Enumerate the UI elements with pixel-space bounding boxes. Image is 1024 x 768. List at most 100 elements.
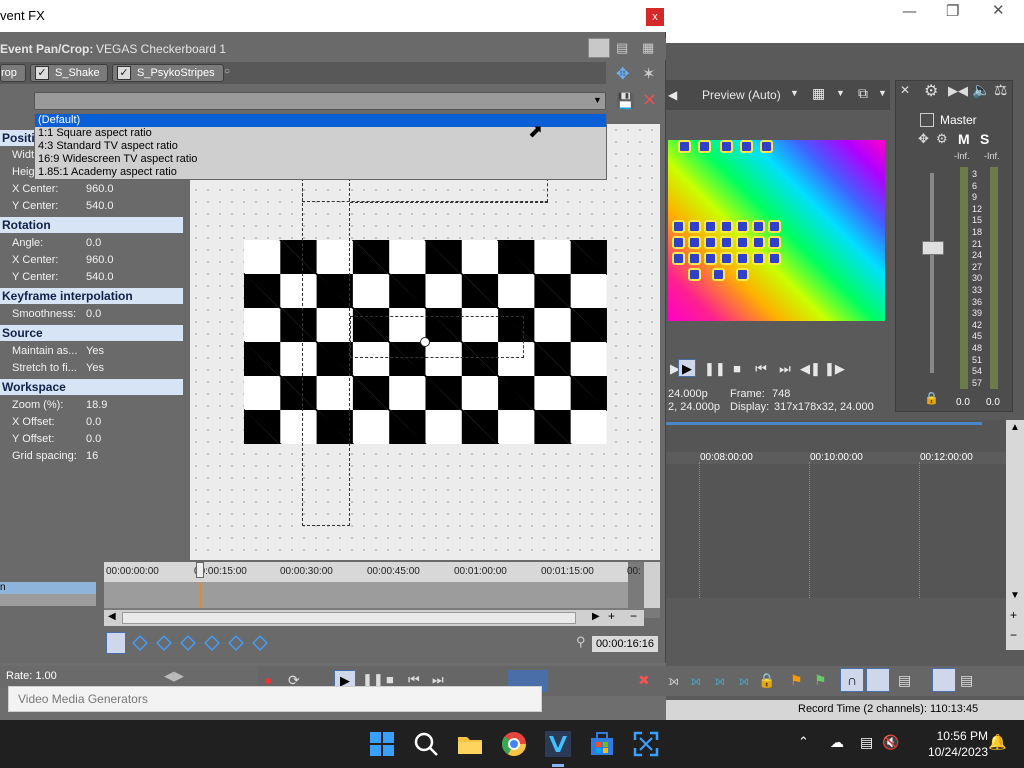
network-icon[interactable]: ▤ <box>860 734 873 751</box>
prev-frame-icon[interactable]: ◀❚ <box>800 360 821 378</box>
zoom-out-icon[interactable]: − <box>630 609 637 623</box>
chrome-icon[interactable] <box>500 730 528 758</box>
solo-button[interactable]: S <box>980 131 989 147</box>
track-label[interactable] <box>0 594 96 606</box>
prop-value[interactable]: 540.0 <box>86 269 114 286</box>
stop-icon[interactable]: ■ <box>386 672 394 687</box>
store-icon[interactable] <box>588 730 616 758</box>
mute-icon[interactable]: 🔇 <box>882 734 899 751</box>
view-details-icon[interactable]: ▤ <box>616 40 628 56</box>
section-workspace[interactable]: Workspace <box>0 379 183 395</box>
auto-crossfade-icon[interactable] <box>866 668 890 692</box>
remove-plugin-icon[interactable]: ✶ <box>642 64 655 84</box>
downmix-icon[interactable]: ▶◀ <box>948 83 968 99</box>
section-keyframe[interactable]: Keyframe interpolation <box>0 288 183 304</box>
keyframe-hscroll[interactable]: ◀ ▶ + − <box>104 609 644 626</box>
timeline-ruler[interactable]: 00:08:00:00 00:10:00:00 00:12:00:00 <box>666 452 1006 464</box>
delete-keyframe-icon[interactable] <box>228 635 244 651</box>
zoom-in-icon[interactable]: + <box>608 609 615 623</box>
region-icon[interactable]: ⚑ <box>814 672 827 689</box>
track-label[interactable]: n <box>0 582 96 594</box>
section-rotation[interactable]: Rotation <box>0 217 183 233</box>
cursor-time-readout[interactable]: 00:00:16:16 <box>592 636 658 652</box>
grid-icon[interactable]: ▦ <box>812 85 825 102</box>
chevron-down-icon[interactable]: ▼ <box>878 88 887 98</box>
play-icon[interactable]: ▶ <box>678 359 696 377</box>
move-icon[interactable]: ✥ <box>918 131 929 147</box>
preset-dropdown-list[interactable]: (Default) 1:1 Square aspect ratio 4:3 St… <box>34 113 607 180</box>
main-timeline[interactable]: 00:08:00:00 00:10:00:00 00:12:00:00 <box>666 420 1006 598</box>
preset-dropdown[interactable]: ▼ <box>34 92 606 110</box>
prop-value[interactable]: 540.0 <box>86 198 114 215</box>
search-icon[interactable] <box>412 730 440 758</box>
marker-icon[interactable]: ⚑ <box>790 672 803 689</box>
dialog-titlebar[interactable]: vent FX <box>0 0 666 32</box>
snapping-icon[interactable]: ∩ <box>840 668 864 692</box>
go-to-end-icon[interactable]: ⏭ <box>776 360 794 378</box>
volume-fader[interactable] <box>922 241 944 255</box>
trim-icon[interactable]: ⟕ <box>668 672 679 689</box>
prop-x-center[interactable]: X Center: 960.0 <box>0 181 183 198</box>
prop-value[interactable]: 960.0 <box>86 252 114 269</box>
checkbox-icon[interactable]: ✓ <box>117 66 131 80</box>
center-handle[interactable] <box>420 337 430 347</box>
notification-bell-icon[interactable]: 🔔 <box>988 733 1007 751</box>
prop-x-offset[interactable]: X Offset: 0.0 <box>0 414 183 431</box>
bus-icon[interactable]: ⚖ <box>994 81 1007 99</box>
ripple-icon[interactable]: ▤ <box>898 672 911 689</box>
preset-option-16-9[interactable]: 16:9 Widescreen TV aspect ratio <box>35 153 606 166</box>
shuttle-icon[interactable]: ◀▶ <box>164 668 184 684</box>
prop-angle[interactable]: Angle: 0.0 <box>0 235 183 252</box>
scroll-thumb[interactable] <box>122 612 576 624</box>
keyframe-ruler[interactable]: 00:00:00:00 00:00:15:00 00:00:30:00 00:0… <box>104 562 641 582</box>
next-frame-icon[interactable]: ❚▶ <box>824 360 845 378</box>
playhead-handle[interactable] <box>196 562 204 578</box>
lock-icon[interactable]: 🔒 <box>758 672 775 689</box>
speaker-icon[interactable]: 🔈 <box>972 81 991 99</box>
prop-value[interactable]: 0.0 <box>86 306 101 323</box>
down-arrow-icon[interactable]: ▼ <box>1010 590 1020 601</box>
file-explorer-icon[interactable] <box>456 730 484 758</box>
view-grid-icon[interactable]: ▦ <box>642 40 654 56</box>
close-icon[interactable]: ✕ <box>992 1 1005 19</box>
sync-cursor-icon[interactable] <box>106 632 126 654</box>
trim-start-icon[interactable]: ⟕ <box>690 672 701 689</box>
first-keyframe-icon[interactable] <box>132 635 148 651</box>
right-arrow-icon[interactable]: ▶ <box>592 611 600 622</box>
keyframe-vscroll[interactable] <box>644 562 660 608</box>
preset-option-default[interactable]: (Default) <box>35 114 606 127</box>
gear-icon[interactable]: ⚙ <box>924 81 938 101</box>
last-keyframe-icon[interactable] <box>252 635 268 651</box>
prop-value[interactable]: 16 <box>86 448 98 465</box>
prev-keyframe-icon[interactable] <box>156 635 172 651</box>
prop-rot-y-center[interactable]: Y Center: 540.0 <box>0 269 183 286</box>
minimize-icon[interactable]: — <box>902 2 917 20</box>
plugin-pan-crop[interactable]: rop <box>0 64 26 82</box>
next-keyframe-icon[interactable] <box>204 635 220 651</box>
preview-quality-dropdown[interactable]: Preview (Auto) <box>702 88 781 102</box>
prop-value[interactable]: Yes <box>86 343 104 360</box>
prop-y-offset[interactable]: Y Offset: 0.0 <box>0 431 183 448</box>
delete-icon[interactable]: ✖ <box>638 672 650 689</box>
stop-icon[interactable]: ■ <box>728 360 746 378</box>
vegas-icon[interactable] <box>544 730 572 758</box>
copy-snapshot-icon[interactable]: ⧉ <box>858 85 868 102</box>
keyframe-track[interactable] <box>104 582 628 608</box>
prop-value[interactable]: Yes <box>86 360 104 377</box>
snipping-tool-icon[interactable] <box>632 730 660 758</box>
prop-value[interactable]: 0.0 <box>86 431 101 448</box>
up-arrow-icon[interactable]: ▲ <box>1010 422 1020 433</box>
start-icon[interactable] <box>368 730 396 758</box>
mute-button[interactable]: M <box>958 131 970 147</box>
save-preset-icon[interactable]: 💾 <box>616 92 635 110</box>
zoom-in-icon[interactable]: + <box>1010 608 1017 622</box>
dialog-close-button[interactable]: x <box>646 8 664 26</box>
prop-value[interactable]: 0.0 <box>86 235 101 252</box>
vertical-scrollbar[interactable]: ▲ ▼ + − <box>1006 420 1024 650</box>
prop-grid-spacing[interactable]: Grid spacing: 16 <box>0 448 183 465</box>
prop-maintain-aspect[interactable]: Maintain as... Yes <box>0 343 183 360</box>
chevron-down-icon[interactable]: ▼ <box>790 88 799 98</box>
view-list-icon[interactable] <box>588 38 610 58</box>
preset-option-square[interactable]: 1:1 Square aspect ratio <box>35 127 606 140</box>
add-keyframe-icon[interactable] <box>180 635 196 651</box>
